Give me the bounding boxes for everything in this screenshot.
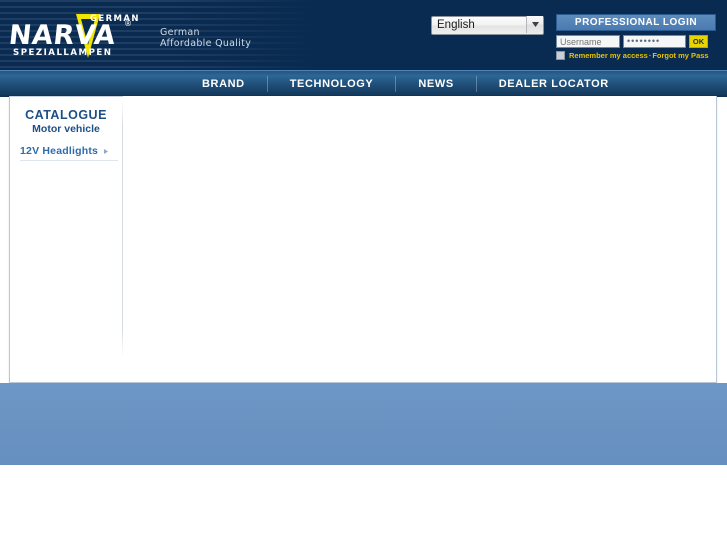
- narva-logo[interactable]: GERMANY NARVA ® SPEZIALLAMPEN: [8, 6, 138, 64]
- page-root: GERMANY NARVA ® SPEZIALLAMPEN German Aff…: [0, 0, 727, 545]
- nav-item-dealer-locator[interactable]: DEALER LOCATOR: [477, 71, 631, 97]
- site-header: GERMANY NARVA ® SPEZIALLAMPEN German Aff…: [0, 0, 727, 70]
- forgot-pass-link[interactable]: Forgot my Pass: [652, 51, 708, 60]
- username-input[interactable]: [556, 35, 620, 48]
- catalogue-category-list: 12V Headlights: [10, 144, 122, 161]
- login-ok-button[interactable]: OK: [689, 35, 708, 48]
- catalogue-title: CATALOGUE: [25, 108, 107, 122]
- catalogue-sidebar: CATALOGUE Motor vehicle 12V Headlights: [10, 96, 122, 358]
- language-select[interactable]: English: [431, 16, 544, 35]
- page-background-bottom: [0, 465, 727, 545]
- password-input[interactable]: ••••••••: [623, 35, 686, 48]
- svg-text:®: ®: [124, 19, 132, 28]
- content-panel: CATALOGUE Motor vehicle 12V Headlights: [9, 96, 717, 383]
- remember-access-link[interactable]: Remember my access: [569, 51, 648, 60]
- footer-band: [0, 383, 727, 465]
- language-selector[interactable]: English: [431, 15, 544, 35]
- professional-login-box: PROFESSIONAL LOGIN •••••••• OK Remember …: [556, 14, 716, 60]
- main-navigation-bar: BRAND TECHNOLOGY NEWS DEALER LOCATOR: [0, 70, 727, 97]
- claim-line-2: Affordable Quality: [160, 38, 252, 49]
- sidebar-item-12v-headlights[interactable]: 12V Headlights: [20, 144, 118, 161]
- remember-access-checkbox[interactable]: [556, 51, 565, 60]
- chevron-right-icon: [104, 148, 109, 154]
- svg-text:SPEZIALLAMPEN: SPEZIALLAMPEN: [13, 48, 112, 58]
- nav-item-brand[interactable]: BRAND: [180, 71, 267, 97]
- svg-text:NARVA: NARVA: [8, 20, 117, 51]
- professional-login-title[interactable]: PROFESSIONAL LOGIN: [556, 14, 716, 31]
- claim-line-1: German: [160, 27, 200, 38]
- nav-item-list: BRAND TECHNOLOGY NEWS DEALER LOCATOR: [180, 71, 631, 97]
- nav-item-news[interactable]: NEWS: [396, 71, 475, 97]
- brand-claim: German Affordable Quality: [160, 27, 251, 49]
- catalogue-subtitle: Motor vehicle: [32, 123, 100, 135]
- remember-access-row: Remember my access·Forgot my Pass: [556, 51, 716, 60]
- login-fields-row: •••••••• OK: [556, 35, 716, 48]
- sidebar-item-label: 12V Headlights: [20, 145, 99, 157]
- remember-access-text: Remember my access·Forgot my Pass: [569, 51, 709, 60]
- main-content-area: [123, 96, 716, 382]
- nav-item-technology[interactable]: TECHNOLOGY: [268, 71, 396, 97]
